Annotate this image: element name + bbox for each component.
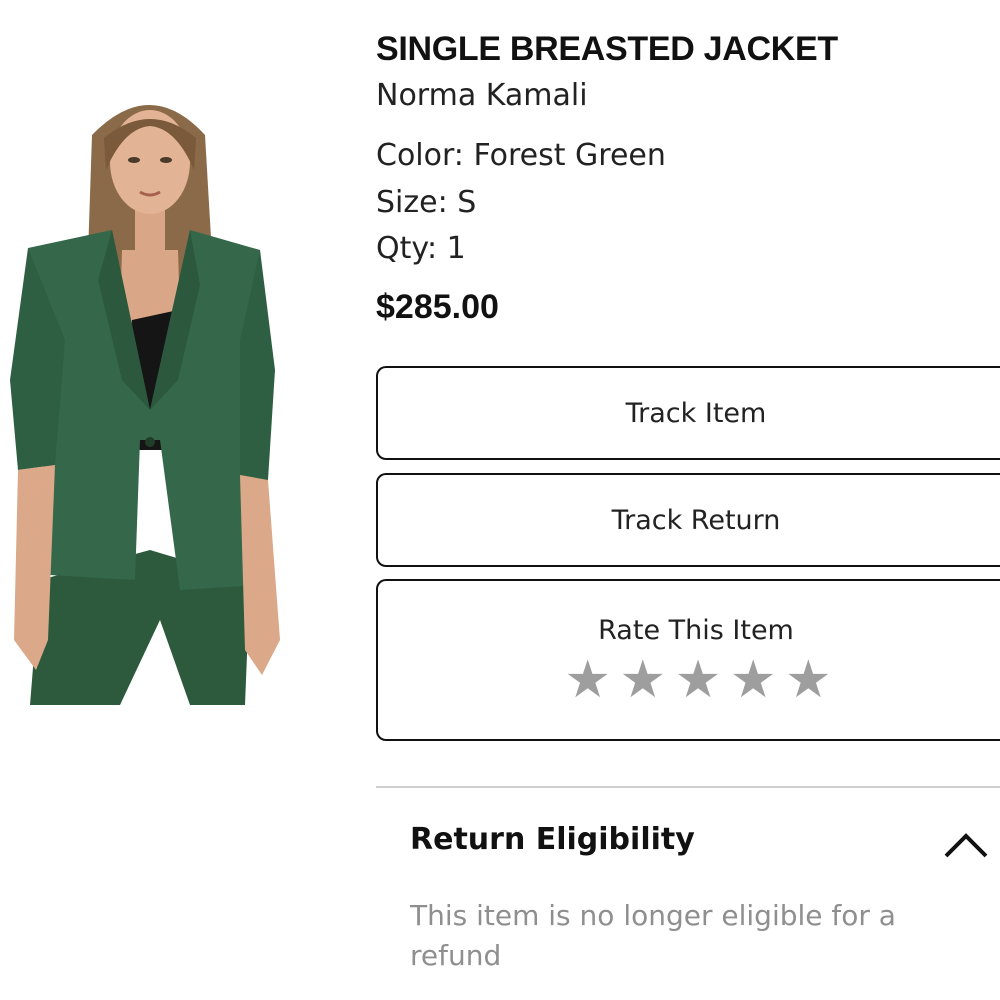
product-color: Color: Forest Green bbox=[376, 138, 666, 173]
rate-item-label: Rate This Item bbox=[598, 614, 794, 646]
track-return-label: Track Return bbox=[611, 504, 781, 536]
star-icon-5[interactable]: ★ bbox=[785, 654, 832, 706]
product-size: Size: S bbox=[376, 185, 477, 220]
star-rating[interactable]: ★ ★ ★ ★ ★ bbox=[384, 654, 1000, 706]
star-icon-1[interactable]: ★ bbox=[564, 654, 611, 706]
product-qty: Qty: 1 bbox=[376, 231, 466, 266]
return-eligibility-message: This item is no longer eligible for a re… bbox=[410, 899, 896, 972]
star-icon-2[interactable]: ★ bbox=[620, 654, 667, 706]
star-icon-3[interactable]: ★ bbox=[675, 654, 722, 706]
product-price: $285.00 bbox=[376, 288, 499, 326]
product-brand: Norma Kamali bbox=[376, 78, 588, 113]
product-image bbox=[0, 80, 300, 705]
rate-item-card: Rate This Item ★ ★ ★ ★ ★ bbox=[376, 579, 1000, 741]
track-return-button[interactable]: Track Return bbox=[376, 473, 1000, 567]
track-item-label: Track Item bbox=[625, 397, 767, 429]
section-divider bbox=[376, 786, 1000, 788]
product-photo bbox=[10, 105, 280, 705]
product-title: SINGLE BREASTED JACKET bbox=[376, 30, 838, 68]
track-item-button[interactable]: Track Item bbox=[376, 366, 1000, 460]
chevron-up-icon[interactable] bbox=[942, 828, 990, 860]
return-eligibility-title[interactable]: Return Eligibility bbox=[410, 822, 695, 857]
star-icon-4[interactable]: ★ bbox=[730, 654, 777, 706]
